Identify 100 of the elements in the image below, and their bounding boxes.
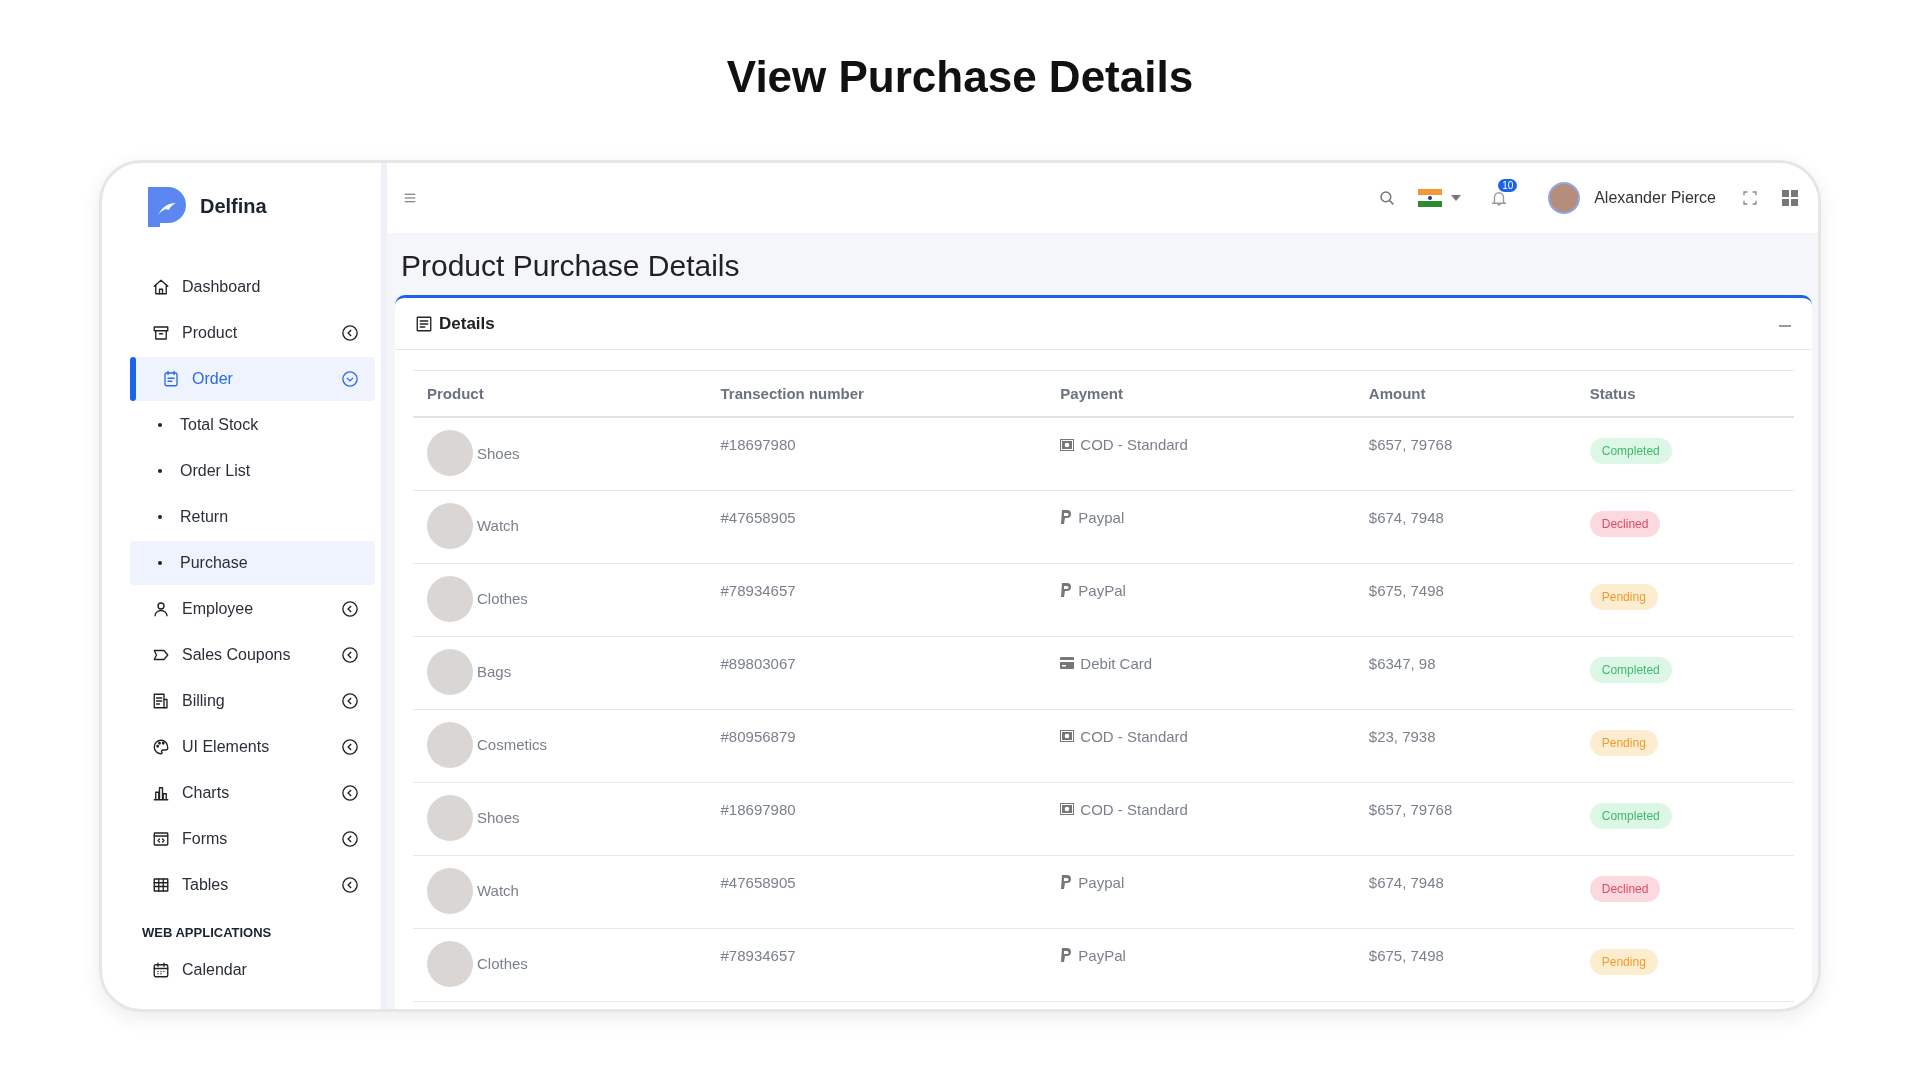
calendar-icon (152, 961, 170, 979)
product-name: Watch (477, 882, 519, 899)
transaction-number: #47658905 (706, 490, 1047, 563)
nav-item[interactable]: UI Elements (130, 725, 375, 769)
product-photo-placeholder (427, 575, 473, 622)
column-header: Transection number (706, 370, 1047, 417)
page-heading: View Purchase Details (726, 52, 1194, 102)
payment-method: PayPal (1078, 581, 1126, 599)
bar-chart-icon (152, 784, 170, 802)
product-photo-placeholder (427, 867, 473, 914)
column-header: Payment (1046, 370, 1355, 417)
status-badge: Completed (1589, 438, 1672, 464)
amount: $23, 7938 (1354, 709, 1576, 782)
product-name: Shoes (477, 809, 520, 826)
transaction-number: #89803067 (706, 636, 1047, 709)
product-name: Cosmetics (477, 736, 547, 753)
product-name: Watch (477, 517, 519, 534)
nav-item[interactable]: Dashboard (130, 265, 375, 309)
nav-item[interactable]: Return (130, 495, 375, 539)
nav-item[interactable]: Tables (130, 863, 375, 907)
payment-method: Paypal (1078, 873, 1125, 891)
palette-icon (152, 738, 170, 756)
product-name: Bags (477, 663, 512, 680)
amount: $657, 79768 (1354, 782, 1576, 855)
table-icon (152, 876, 170, 894)
fullscreen-button[interactable] (1742, 190, 1758, 206)
receipt-icon (152, 692, 170, 710)
document-icon (415, 314, 433, 333)
card-title: Details (439, 313, 496, 334)
product-photo-placeholder (427, 794, 473, 841)
flag-icon (1418, 189, 1443, 207)
payment-method: COD - Standard (1080, 800, 1188, 818)
transaction-number: #78934657 (706, 563, 1047, 636)
transaction-number: #47658905 (706, 855, 1047, 928)
transaction-number: #80956879 (706, 709, 1047, 782)
amount: $657, 79768 (1354, 417, 1576, 490)
user-name[interactable]: Alexander Pierce (1594, 189, 1716, 207)
amount: $675, 7498 (1354, 563, 1576, 636)
fullscreen-icon (1742, 190, 1758, 206)
nav-item[interactable]: Order (130, 357, 375, 401)
amount: $6347, 98 (1354, 636, 1576, 709)
status-badge: Pending (1589, 729, 1658, 756)
status-badge: Declined (1589, 875, 1661, 902)
code-window-icon (152, 830, 170, 848)
nav-item[interactable]: Purchase (130, 541, 375, 585)
product-name: Shoes (477, 444, 520, 462)
section-heading: WEB APPLICATIONS (142, 925, 273, 940)
user-avatar[interactable] (1548, 182, 1581, 214)
column-header: Product (413, 370, 707, 417)
nav-item[interactable]: Calendar (130, 948, 375, 992)
caret-icon (1450, 194, 1463, 202)
nav-item[interactable]: Employee (130, 587, 375, 631)
bullet-icon (158, 423, 162, 427)
nav-item[interactable]: Product (130, 311, 375, 355)
status-badge: Completed (1589, 802, 1672, 829)
status-badge: Declined (1589, 510, 1661, 537)
archive-icon (152, 324, 170, 342)
product-photo-placeholder (427, 940, 473, 987)
search-icon (1378, 189, 1397, 207)
status-badge: Pending (1589, 583, 1658, 610)
amount: $675, 7498 (1354, 928, 1576, 1001)
dolphin-logo-icon (146, 185, 186, 227)
amount: $674, 7948 (1354, 490, 1576, 563)
payment-method: COD - Standard (1080, 727, 1188, 745)
clipboard-icon (162, 370, 180, 388)
product-photo-placeholder (427, 648, 473, 695)
bullet-icon (158, 469, 162, 473)
product-photo-placeholder (427, 430, 473, 476)
bullet-icon (158, 561, 162, 565)
payment-method: Paypal (1078, 508, 1125, 526)
transaction-number: #18697980 (706, 417, 1047, 490)
payment-method: PayPal (1078, 946, 1126, 964)
search-button[interactable] (1378, 189, 1397, 207)
nav-item[interactable]: Order List (130, 449, 375, 493)
brand-name: Delfina (200, 194, 267, 218)
language-selector[interactable] (1418, 189, 1463, 207)
status-badge: Completed (1589, 656, 1672, 683)
nav-item[interactable]: Charts (130, 771, 375, 815)
bullet-icon (158, 515, 162, 519)
product-photo-placeholder (427, 721, 473, 768)
nav-item[interactable]: Sales Coupons (130, 633, 375, 677)
product-name: Clothes (477, 590, 528, 607)
column-header: Status (1575, 370, 1794, 417)
page-title: Product Purchase Details (401, 249, 741, 283)
nav-item[interactable]: Total Stock (130, 403, 375, 447)
user-icon (152, 600, 170, 618)
nav-item[interactable]: Billing (130, 679, 375, 723)
product-name: Clothes (477, 955, 528, 972)
status-badge: Pending (1589, 948, 1658, 975)
amount: $674, 7948 (1354, 855, 1576, 928)
transaction-number: #18697980 (706, 782, 1047, 855)
transaction-number: #78934657 (706, 928, 1047, 1001)
nav-item[interactable]: Forms (130, 817, 375, 861)
column-header: Amount (1354, 370, 1576, 417)
apps-grid-button[interactable] (1782, 190, 1798, 206)
payment-method: COD - Standard (1080, 436, 1188, 453)
notification-badge: 10 (1498, 179, 1518, 192)
grid-icon (1782, 190, 1798, 206)
home-icon (152, 278, 170, 296)
payment-method: Debit Card (1080, 654, 1153, 672)
